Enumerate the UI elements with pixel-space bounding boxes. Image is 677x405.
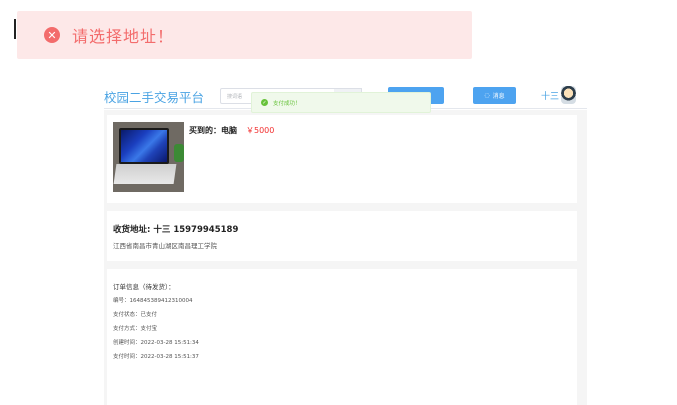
address-detail: 江西省南昌市青山湖区南昌理工学院 xyxy=(113,242,217,250)
address-title: 收货地址: 十三 15979945189 xyxy=(113,225,239,235)
product-name: 电脑 xyxy=(221,126,237,135)
search-placeholder: 搜词语 xyxy=(227,93,243,100)
avatar[interactable] xyxy=(561,86,576,104)
laptop-screen xyxy=(119,128,169,164)
check-icon: ✓ xyxy=(261,99,268,106)
message-button[interactable]: ◌ 消息 xyxy=(473,87,516,104)
paid-time: 支付时间：2022-03-28 15:51:37 xyxy=(113,354,199,360)
user-name[interactable]: 十三 xyxy=(541,89,559,102)
message-button-label: 消息 xyxy=(492,93,505,100)
order-number: 编号：164845389412310004 xyxy=(113,298,193,304)
error-message: 请选择地址！ xyxy=(72,27,175,46)
laptop-base xyxy=(113,164,177,184)
product-price: ￥5000 xyxy=(246,126,275,135)
chat-icon: ◌ xyxy=(484,92,490,99)
close-icon: ✕ xyxy=(44,27,60,43)
brand-title[interactable]: 校园二手交易平台 xyxy=(104,87,204,106)
bought-item: 买到的：电脑 xyxy=(189,125,237,136)
order-card xyxy=(107,269,577,405)
address-card xyxy=(107,211,577,261)
product-image[interactable] xyxy=(113,122,184,192)
plant xyxy=(174,144,184,162)
created-time: 创建时间：2022-03-28 15:51:34 xyxy=(113,340,199,346)
error-toast: ✕ 请选择地址！ xyxy=(17,11,472,59)
payment-method: 支付方式：支付宝 xyxy=(113,326,158,332)
success-message: 支付成功！ xyxy=(273,100,301,107)
success-toast: ✓ 支付成功！ xyxy=(251,92,431,113)
order-title: 订单信息（待发货）： xyxy=(113,283,175,291)
bought-label: 买到的： xyxy=(189,126,221,135)
payment-status: 支付状态：已支付 xyxy=(113,312,158,318)
text-cursor xyxy=(14,19,16,39)
